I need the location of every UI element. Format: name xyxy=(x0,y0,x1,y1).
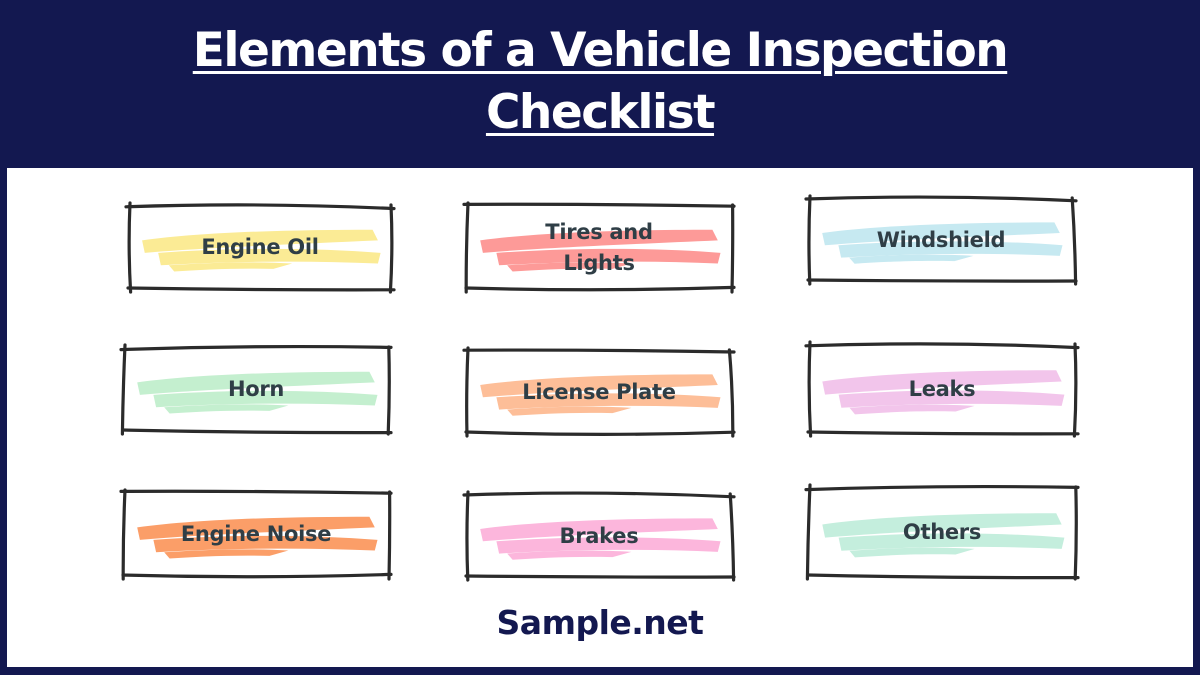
header-banner: Elements of a Vehicle Inspection Checkli… xyxy=(0,0,1200,168)
checklist-card-leaks: Leaks xyxy=(804,340,1080,438)
checklist-card-others: Others xyxy=(804,483,1080,581)
card-label: Leaks xyxy=(908,376,976,401)
checklist-card-engine-oil: Engine Oil xyxy=(124,201,396,294)
checklist-card-license-plate: License Plate xyxy=(462,346,736,438)
page-title: Elements of a Vehicle Inspection Checkli… xyxy=(0,20,1200,144)
checklist-card-horn: Horn xyxy=(119,343,393,436)
card-label: Others xyxy=(902,519,982,544)
card-label: Horn xyxy=(227,377,285,401)
brand-footer: Sample.net xyxy=(496,603,704,642)
title-line-2: Checklist xyxy=(485,85,716,140)
card-label: License Plate xyxy=(522,379,676,404)
checklist-card-brakes: Brakes xyxy=(462,490,736,582)
card-label: Engine Noise xyxy=(180,522,332,546)
title-line-1: Elements of a Vehicle Inspection xyxy=(192,23,1009,78)
card-label-text: Tires and Lights xyxy=(545,219,653,275)
card-label: Windshield xyxy=(876,227,1006,252)
card-label: Engine Oil xyxy=(201,235,319,259)
card-label: Tires and Lights xyxy=(464,203,734,292)
checklist-card-windshield: Windshield xyxy=(804,194,1078,286)
checklist-card-engine-noise: Engine Noise xyxy=(119,488,393,581)
card-label: Brakes xyxy=(559,523,639,548)
checklist-card-tires-and-lights: Tires and Lights xyxy=(462,201,736,294)
